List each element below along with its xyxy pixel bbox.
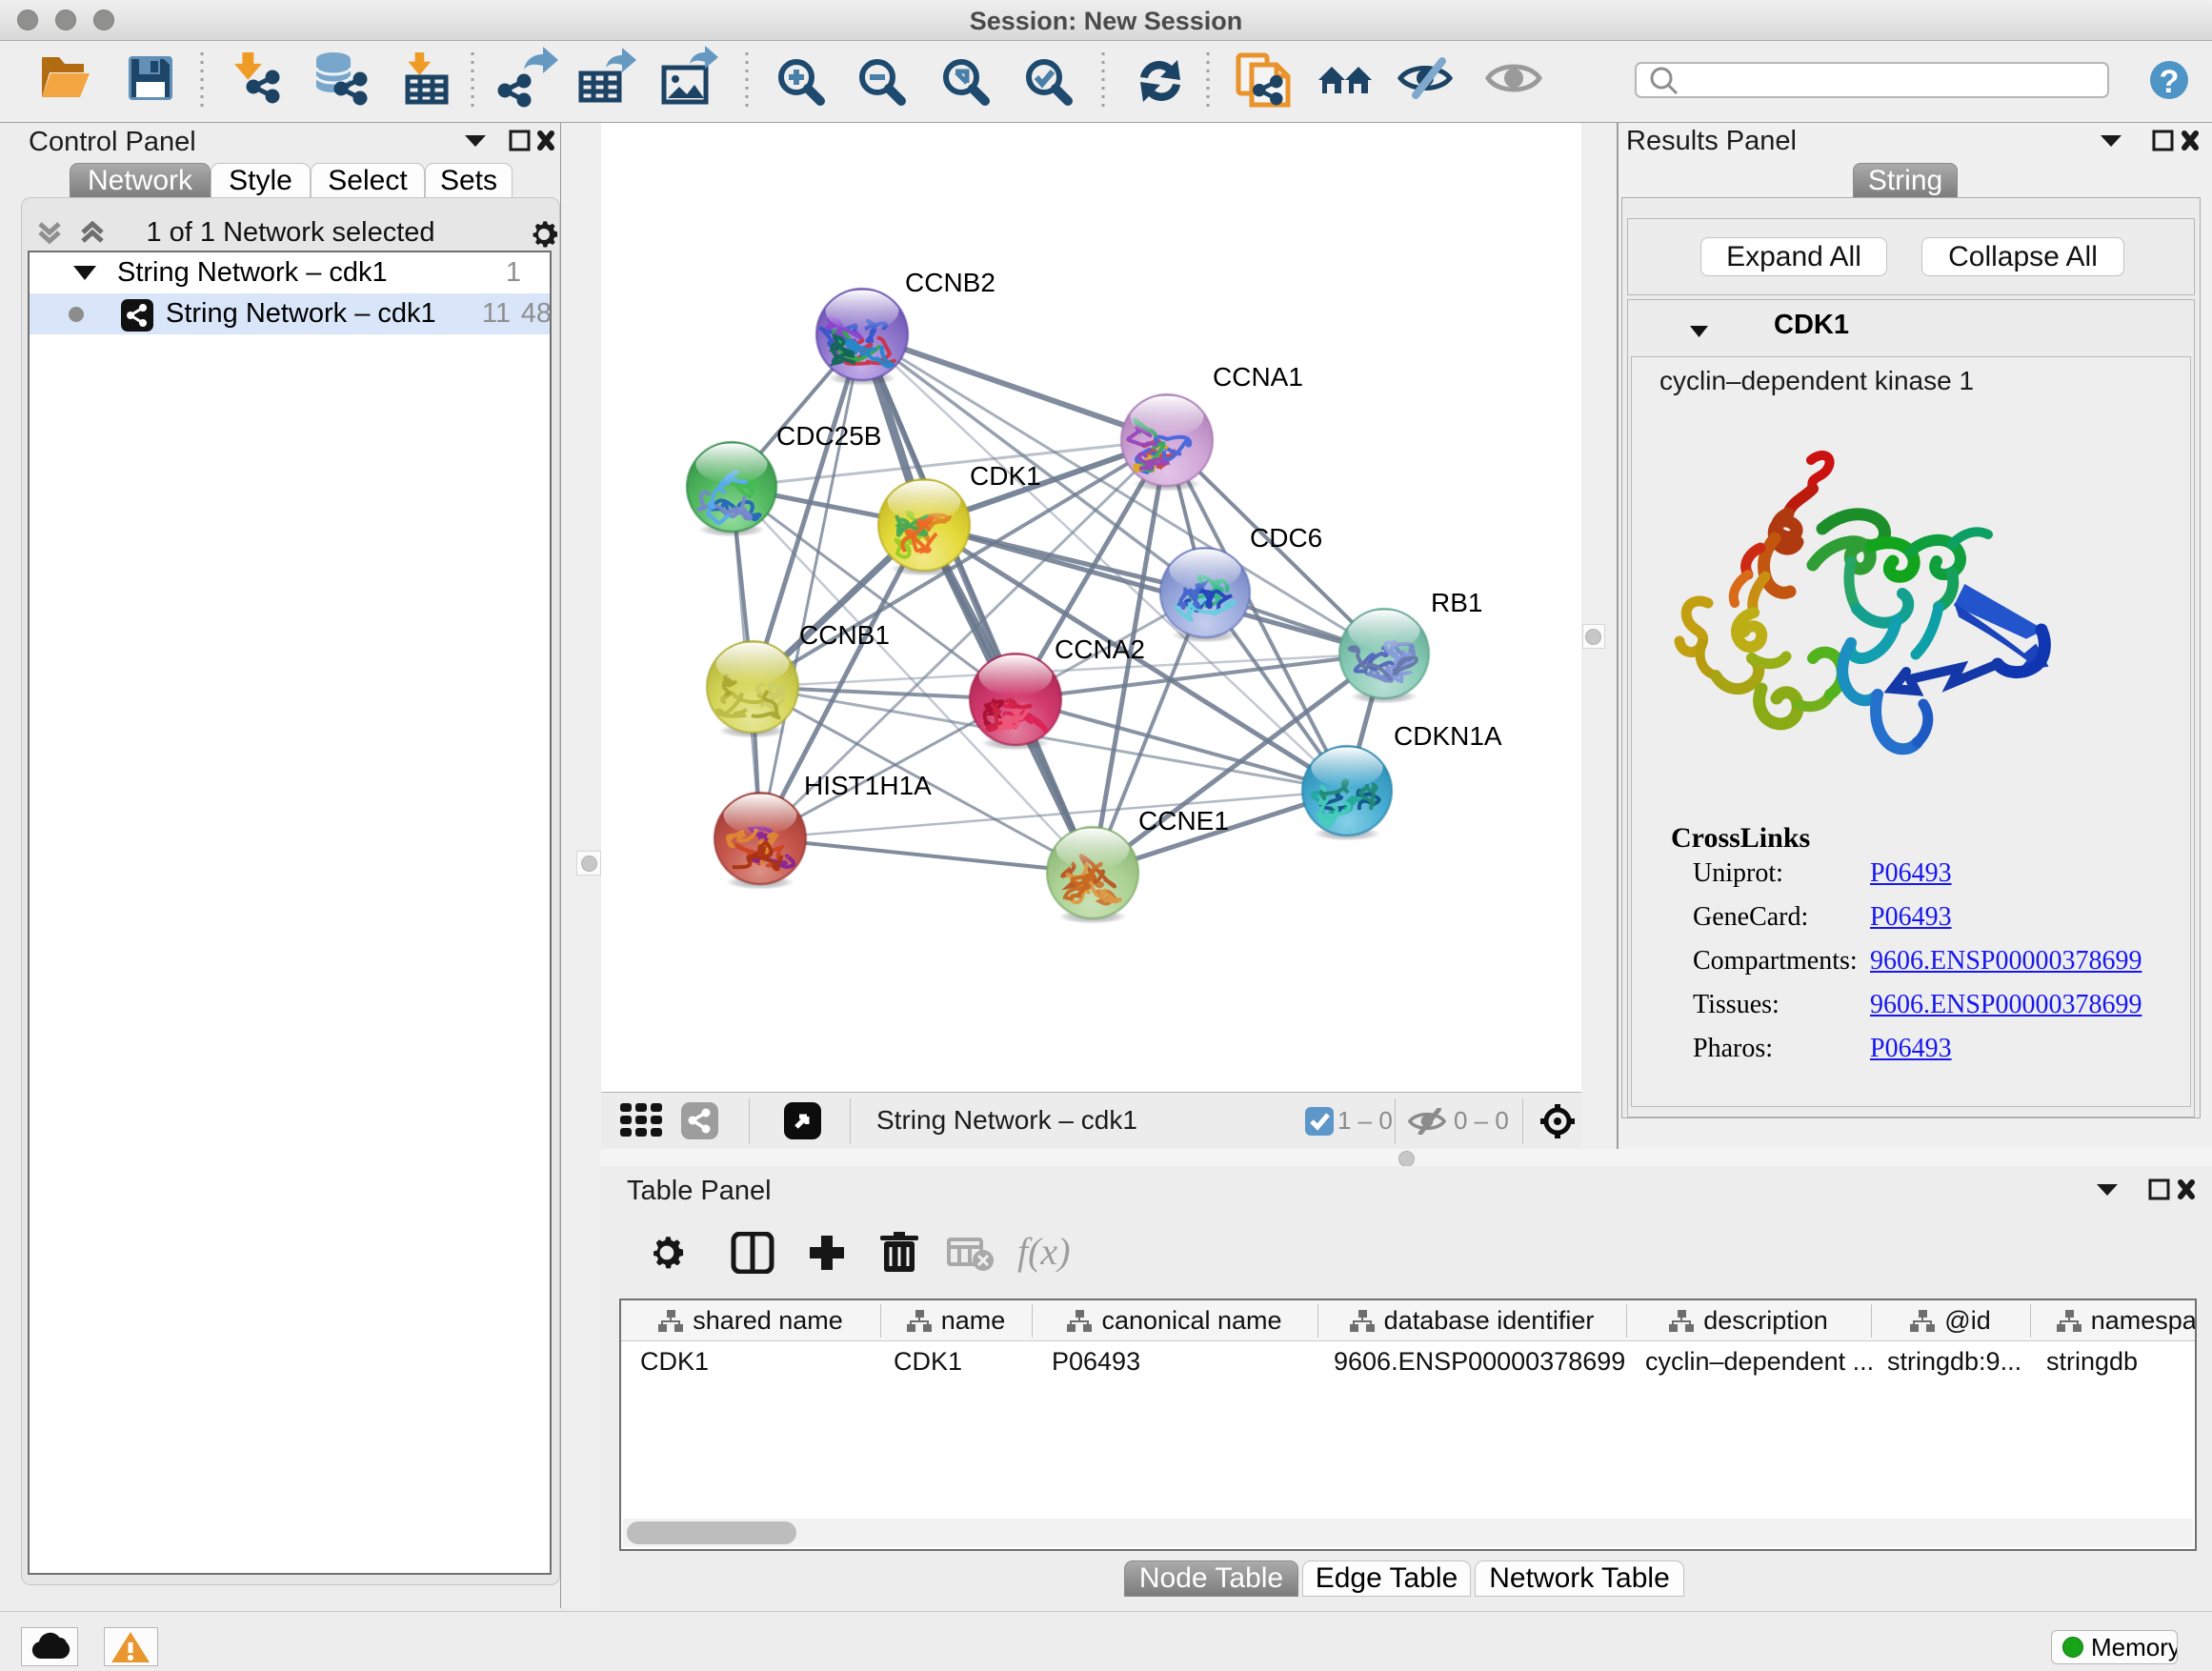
- svg-text:CDKN1A: CDKN1A: [1394, 721, 1502, 751]
- svg-text:CDC6: CDC6: [1250, 523, 1322, 553]
- svg-text:RB1: RB1: [1431, 588, 1482, 617]
- svg-text:CCNA2: CCNA2: [1055, 634, 1145, 664]
- svg-text:CCNA1: CCNA1: [1213, 362, 1303, 392]
- svg-text:CCNB2: CCNB2: [905, 268, 995, 297]
- svg-text:CDK1: CDK1: [970, 461, 1041, 491]
- svg-text:CCNB1: CCNB1: [799, 620, 890, 650]
- svg-text:f(x): f(x): [1017, 1232, 1071, 1273]
- svg-text:CDC25B: CDC25B: [776, 421, 881, 451]
- svg-text:HIST1H1A: HIST1H1A: [804, 771, 932, 800]
- svg-text:CCNE1: CCNE1: [1138, 806, 1229, 836]
- svg-text:?: ?: [2160, 64, 2180, 100]
